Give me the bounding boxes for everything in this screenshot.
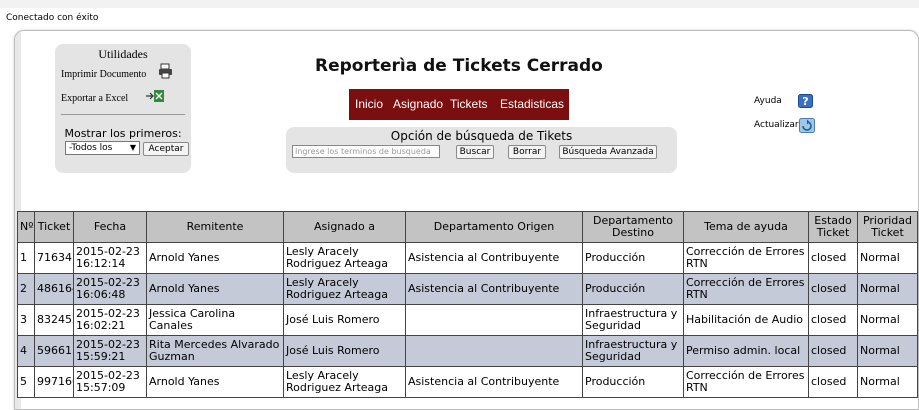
- cell-sender: Arnold Yanes: [146, 273, 284, 305]
- clear-button[interactable]: Borrar: [508, 145, 546, 159]
- printer-icon[interactable]: [158, 63, 174, 79]
- search-label: Opción de búsqueda de Tikets: [390, 129, 573, 143]
- tickets-table-wrap: Nº Ticket Fecha Remitente Asignado a Dep…: [17, 211, 918, 398]
- top-band: [0, 0, 919, 8]
- refresh-icon[interactable]: [799, 118, 815, 133]
- svg-text:?: ?: [802, 95, 808, 108]
- header-origin-department[interactable]: Departamento Origen: [405, 211, 583, 243]
- cell-ticket[interactable]: 997166: [34, 366, 74, 398]
- cell-status: closed: [808, 304, 858, 336]
- cell-destination-department: Producción: [582, 366, 684, 398]
- cell-date: 2015-02-23 16:12:14: [73, 242, 147, 274]
- help-link[interactable]: Ayuda: [754, 96, 782, 106]
- cell-sender: Jessica Carolina Canales: [146, 304, 284, 336]
- cell-status: closed: [808, 335, 858, 367]
- cell-number: 3: [17, 304, 35, 336]
- cell-destination-department: Infraestructura y Seguridad: [582, 335, 684, 367]
- cell-help-topic: Habilitación de Audio: [683, 304, 809, 336]
- help-icon[interactable]: ?: [798, 94, 813, 108]
- cell-assigned-to: Lesly Aracely Rodriguez Arteaga: [283, 273, 406, 305]
- cell-date: 2015-02-23 15:59:21: [73, 335, 147, 367]
- table-row[interactable]: 2 486164 2015-02-23 16:06:48 Arnold Yane…: [17, 273, 918, 305]
- page-title: Reporterìa de Tickets Cerrado: [315, 56, 603, 76]
- nav-item-estadisticas[interactable]: Estadisticas: [500, 97, 564, 111]
- utilities-box: Utilidades Imprimir Documento Exportar a…: [55, 44, 191, 173]
- refresh-link[interactable]: Actualizar: [754, 120, 799, 130]
- search-input[interactable]: Ingrese los terminos de busqueda: [292, 145, 440, 158]
- cell-destination-department: Producción: [582, 242, 684, 274]
- cell-sender: Rita Mercedes Alvarado Guzman: [146, 335, 284, 367]
- cell-priority: Normal: [857, 304, 918, 336]
- cell-assigned-to: Lesly Aracely Rodriguez Arteaga: [283, 366, 406, 398]
- header-ticket-status[interactable]: Estado Ticket: [808, 211, 858, 243]
- cell-origin-department: Asistencia al Contribuyente: [405, 242, 583, 274]
- cell-priority: Normal: [857, 366, 918, 398]
- header-ticket-priority[interactable]: Prioridad Ticket: [857, 211, 918, 243]
- cell-assigned-to: José Luis Romero: [283, 304, 406, 336]
- search-button[interactable]: Buscar: [456, 145, 494, 159]
- print-document-link[interactable]: Imprimir Documento: [61, 69, 146, 80]
- tickets-table: Nº Ticket Fecha Remitente Asignado a Dep…: [17, 211, 918, 398]
- main-nav: Inicio Asignado Tickets Estadisticas: [349, 89, 569, 120]
- show-count-select[interactable]: -Todos los ▼: [65, 141, 140, 155]
- excel-icon[interactable]: [145, 89, 165, 103]
- cell-destination-department: Infraestructura y Seguridad: [582, 304, 684, 336]
- header-assigned-to[interactable]: Asignado a: [283, 211, 406, 243]
- cell-status: closed: [808, 273, 858, 305]
- cell-origin-department: [405, 304, 583, 336]
- header-destination-department[interactable]: Departamento Destino: [582, 211, 684, 243]
- cell-date: 2015-02-23 16:02:21: [73, 304, 147, 336]
- cell-priority: Normal: [857, 273, 918, 305]
- utilities-divider: [61, 114, 185, 115]
- cell-origin-department: Asistencia al Contribuyente: [405, 273, 583, 305]
- show-count-value: -Todos los: [69, 143, 113, 153]
- search-box: Opción de búsqueda de Tikets Ingrese los…: [286, 127, 677, 173]
- cell-number: 4: [17, 335, 35, 367]
- table-row[interactable]: 1 716341 2015-02-23 16:12:14 Arnold Yane…: [17, 242, 918, 274]
- header-help-topic[interactable]: Tema de ayuda: [683, 211, 809, 243]
- table-row[interactable]: 5 997166 2015-02-23 15:57:09 Arnold Yane…: [17, 366, 918, 398]
- cell-number: 5: [17, 366, 35, 398]
- utilities-title: Utilidades: [98, 47, 148, 61]
- header-sender[interactable]: Remitente: [146, 211, 284, 243]
- table-header-row: Nº Ticket Fecha Remitente Asignado a Dep…: [17, 211, 918, 243]
- table-row[interactable]: 4 596611 2015-02-23 15:59:21 Rita Merced…: [17, 335, 918, 367]
- cell-help-topic: Corrección de Errores RTN: [683, 273, 809, 305]
- cell-origin-department: Asistencia al Contribuyente: [405, 366, 583, 398]
- connection-status: Conectado con éxito: [6, 13, 99, 23]
- header-date[interactable]: Fecha: [73, 211, 147, 243]
- cell-ticket[interactable]: 716341: [34, 242, 74, 274]
- cell-number: 2: [17, 273, 35, 305]
- export-excel-link[interactable]: Exportar a Excel: [61, 93, 128, 104]
- cell-help-topic: Corrección de Errores RTN: [683, 242, 809, 274]
- nav-item-tickets[interactable]: Tickets: [450, 97, 488, 111]
- cell-destination-department: Producción: [582, 273, 684, 305]
- show-first-label: Mostrar los primeros:: [64, 127, 182, 140]
- nav-item-inicio[interactable]: Inicio: [355, 97, 383, 111]
- chevron-down-icon: ▼: [129, 143, 136, 152]
- cell-ticket[interactable]: 832452: [34, 304, 74, 336]
- cell-number: 1: [17, 242, 35, 274]
- cell-assigned-to: José Luis Romero: [283, 335, 406, 367]
- cell-priority: Normal: [857, 335, 918, 367]
- advanced-search-button[interactable]: Búsqueda Avanzada: [559, 145, 657, 159]
- cell-ticket[interactable]: 596611: [34, 335, 74, 367]
- cell-help-topic: Corrección de Errores RTN: [683, 366, 809, 398]
- cell-date: 2015-02-23 15:57:09: [73, 366, 147, 398]
- table-row[interactable]: 3 832452 2015-02-23 16:02:21 Jessica Car…: [17, 304, 918, 336]
- cell-sender: Arnold Yanes: [146, 366, 284, 398]
- cell-status: closed: [808, 242, 858, 274]
- header-ticket[interactable]: Ticket: [34, 211, 74, 243]
- header-number[interactable]: Nº: [17, 211, 35, 243]
- cell-origin-department: [405, 335, 583, 367]
- cell-help-topic: Permiso admin. local: [683, 335, 809, 367]
- cell-assigned-to: Lesly Aracely Rodriguez Arteaga: [283, 242, 406, 274]
- accept-button[interactable]: Aceptar: [143, 142, 189, 156]
- cell-priority: Normal: [857, 242, 918, 274]
- cell-ticket[interactable]: 486164: [34, 273, 74, 305]
- cell-date: 2015-02-23 16:06:48: [73, 273, 147, 305]
- cell-sender: Arnold Yanes: [146, 242, 284, 274]
- cell-status: closed: [808, 366, 858, 398]
- nav-item-asignado[interactable]: Asignado: [393, 97, 443, 111]
